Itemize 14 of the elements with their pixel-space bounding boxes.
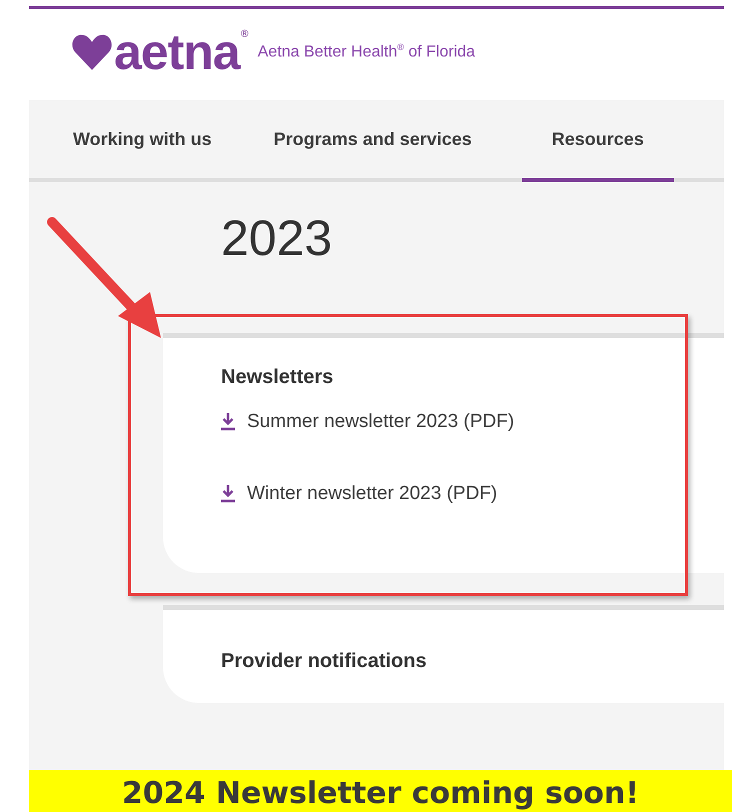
section-title: Newsletters xyxy=(221,366,334,389)
download-icon xyxy=(221,412,235,432)
section-title: Provider notifications xyxy=(221,650,428,673)
nav-tab[interactable]: Working with us xyxy=(61,100,224,182)
announcement-banner: 2024 Newsletter coming soon! xyxy=(29,770,732,812)
year-heading: 2023 xyxy=(221,209,334,267)
download-link[interactable]: Winter newsletter 2023 (PDF) xyxy=(221,483,704,505)
tagline: Aetna Better Health$^{®}$ of Florida xyxy=(258,42,476,62)
download-link[interactable]: Summer newsletter 2023 (PDF) xyxy=(221,411,704,433)
heart-icon xyxy=(72,34,112,70)
logo-wordmark: aetna xyxy=(114,26,240,76)
download-icon xyxy=(221,484,235,504)
nav-tab[interactable]: Programs and services xyxy=(262,100,484,182)
registered-mark: ® xyxy=(240,28,250,40)
